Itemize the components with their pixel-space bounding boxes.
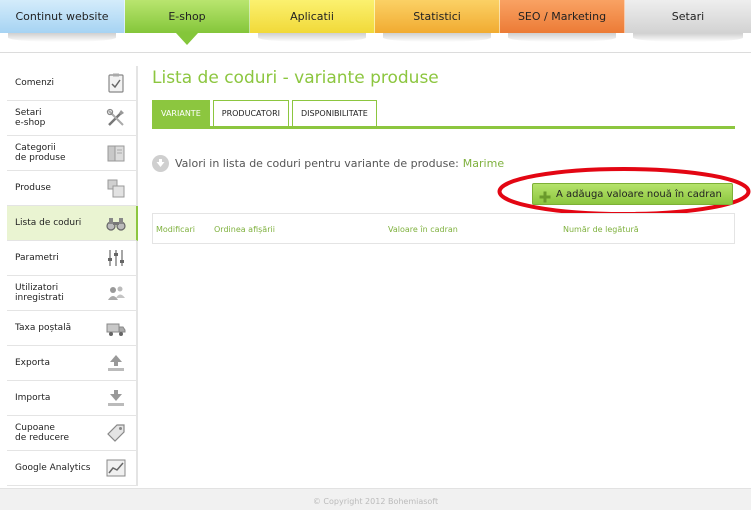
tools-icon <box>106 108 126 128</box>
sidebar-item-importa[interactable]: Importa <box>7 381 136 416</box>
info-line: Valori in lista de coduri pentru variant… <box>152 155 504 172</box>
add-value-label: A adăuga valoare nouă în cadran <box>556 188 722 200</box>
sidebar-item-produse[interactable]: Produse <box>7 171 136 206</box>
sidebar-item-setari-eshop[interactable]: Setari e-shop <box>7 101 136 136</box>
sidebar-item-lista-de-coduri[interactable]: Lista de coduri <box>7 206 138 241</box>
sidebar-item-label: Cupoane de reducere <box>15 423 70 443</box>
users-icon <box>106 283 126 303</box>
tab-shadow <box>383 33 491 42</box>
binoculars-icon <box>106 213 126 233</box>
tab-shadow <box>258 33 366 42</box>
chart-icon <box>106 458 126 478</box>
tab-label: Setari <box>671 10 705 23</box>
tab-label: Continut website <box>15 10 109 23</box>
tab-shadow <box>633 33 743 42</box>
sidebar: Comenzi Setari e-shop Categorii de produ… <box>7 66 138 486</box>
copyright-text: © Copyright 2012 Bohemiasoft <box>312 497 439 506</box>
sidebar-item-label: Parametri <box>15 253 59 263</box>
footer: © Copyright 2012 Bohemiasoft <box>0 488 751 510</box>
active-tab-pointer <box>176 33 198 45</box>
plus-icon <box>539 188 551 203</box>
sidebar-item-label: Setari e-shop <box>15 108 46 128</box>
sidebar-item-label: Taxa poștală <box>15 323 72 333</box>
tab-label: E-shop <box>168 10 206 23</box>
sidebar-item-comenzi[interactable]: Comenzi <box>7 66 136 101</box>
tab-continut-website[interactable]: Continut website <box>0 0 125 42</box>
sidebar-item-label: Comenzi <box>15 78 55 88</box>
book-icon <box>106 143 126 163</box>
tab-aplicatii[interactable]: Aplicatii <box>250 0 375 42</box>
sidebar-item-parametri[interactable]: Parametri <box>7 241 136 276</box>
column-header-valoare-in-cadran[interactable]: Valoare în cadran <box>388 225 458 234</box>
truck-icon <box>106 318 126 338</box>
sidebar-item-categorii-de-produse[interactable]: Categorii de produse <box>7 136 136 171</box>
tab-statistici[interactable]: Statistici <box>375 0 500 42</box>
sidebar-item-label: Exporta <box>15 358 50 368</box>
column-header-ordinea-afisarii[interactable]: Ordinea afișării <box>214 225 275 234</box>
tab-variante[interactable]: VARIANTE <box>152 100 210 126</box>
tab-shadow <box>508 33 616 42</box>
upload-icon <box>106 353 126 373</box>
tab-setari[interactable]: Setari <box>625 0 751 42</box>
sidebar-item-label: Lista de coduri <box>15 218 82 228</box>
info-text: Valori in lista de coduri pentru variant… <box>175 157 459 170</box>
column-header-numar-de-legatura[interactable]: Număr de legătură <box>563 225 639 234</box>
sidebar-item-label: Categorii de produse <box>15 143 66 163</box>
sidebar-item-utilizatori-inregistrati[interactable]: Utilizatori inregistrati <box>7 276 136 311</box>
arrow-down-circle-icon[interactable] <box>152 155 169 172</box>
sidebar-item-cupoane-de-reducere[interactable]: Cupoane de reducere <box>7 416 136 451</box>
sidebar-item-label: Google Analytics <box>15 463 91 473</box>
tab-seo-marketing[interactable]: SEO / Marketing <box>500 0 625 42</box>
tab-e-shop[interactable]: E-shop <box>125 0 250 45</box>
sidebar-item-label: Produse <box>15 183 51 193</box>
tab-label: SEO / Marketing <box>517 10 607 23</box>
clipboard-icon <box>106 73 126 93</box>
tab-shadow <box>8 33 116 42</box>
tab-disponibilitate[interactable]: DISPONIBILITATE <box>291 100 377 126</box>
page-title: Lista de coduri - variante produse <box>152 68 439 88</box>
tab-producatori[interactable]: PRODUCATORI <box>212 100 289 126</box>
add-value-button[interactable]: A adăuga valoare nouă în cadran <box>532 183 733 205</box>
top-navigation: Continut website E-shop Aplicatii Statis… <box>0 0 751 48</box>
sidebar-item-exporta[interactable]: Exporta <box>7 346 136 381</box>
sidebar-item-taxa-postala[interactable]: Taxa poștală <box>7 311 136 346</box>
header-divider <box>0 52 751 53</box>
subtabs: VARIANTE PRODUCATORI DISPONIBILITATE <box>152 100 380 126</box>
tab-label: Aplicatii <box>290 10 334 23</box>
tab-underline <box>152 126 735 129</box>
boxes-icon <box>106 178 126 198</box>
sidebar-item-label: Importa <box>15 393 51 403</box>
tab-label: Statistici <box>413 10 461 23</box>
download-icon <box>106 388 126 408</box>
column-header-modificari[interactable]: Modificari <box>156 225 195 234</box>
values-table: Modificari Ordinea afișării Valoare în c… <box>152 213 735 244</box>
sliders-icon <box>106 248 126 268</box>
sidebar-item-google-analytics[interactable]: Google Analytics <box>7 451 136 486</box>
tag-icon <box>106 423 126 443</box>
sidebar-item-label: Utilizatori inregistrati <box>15 283 64 303</box>
